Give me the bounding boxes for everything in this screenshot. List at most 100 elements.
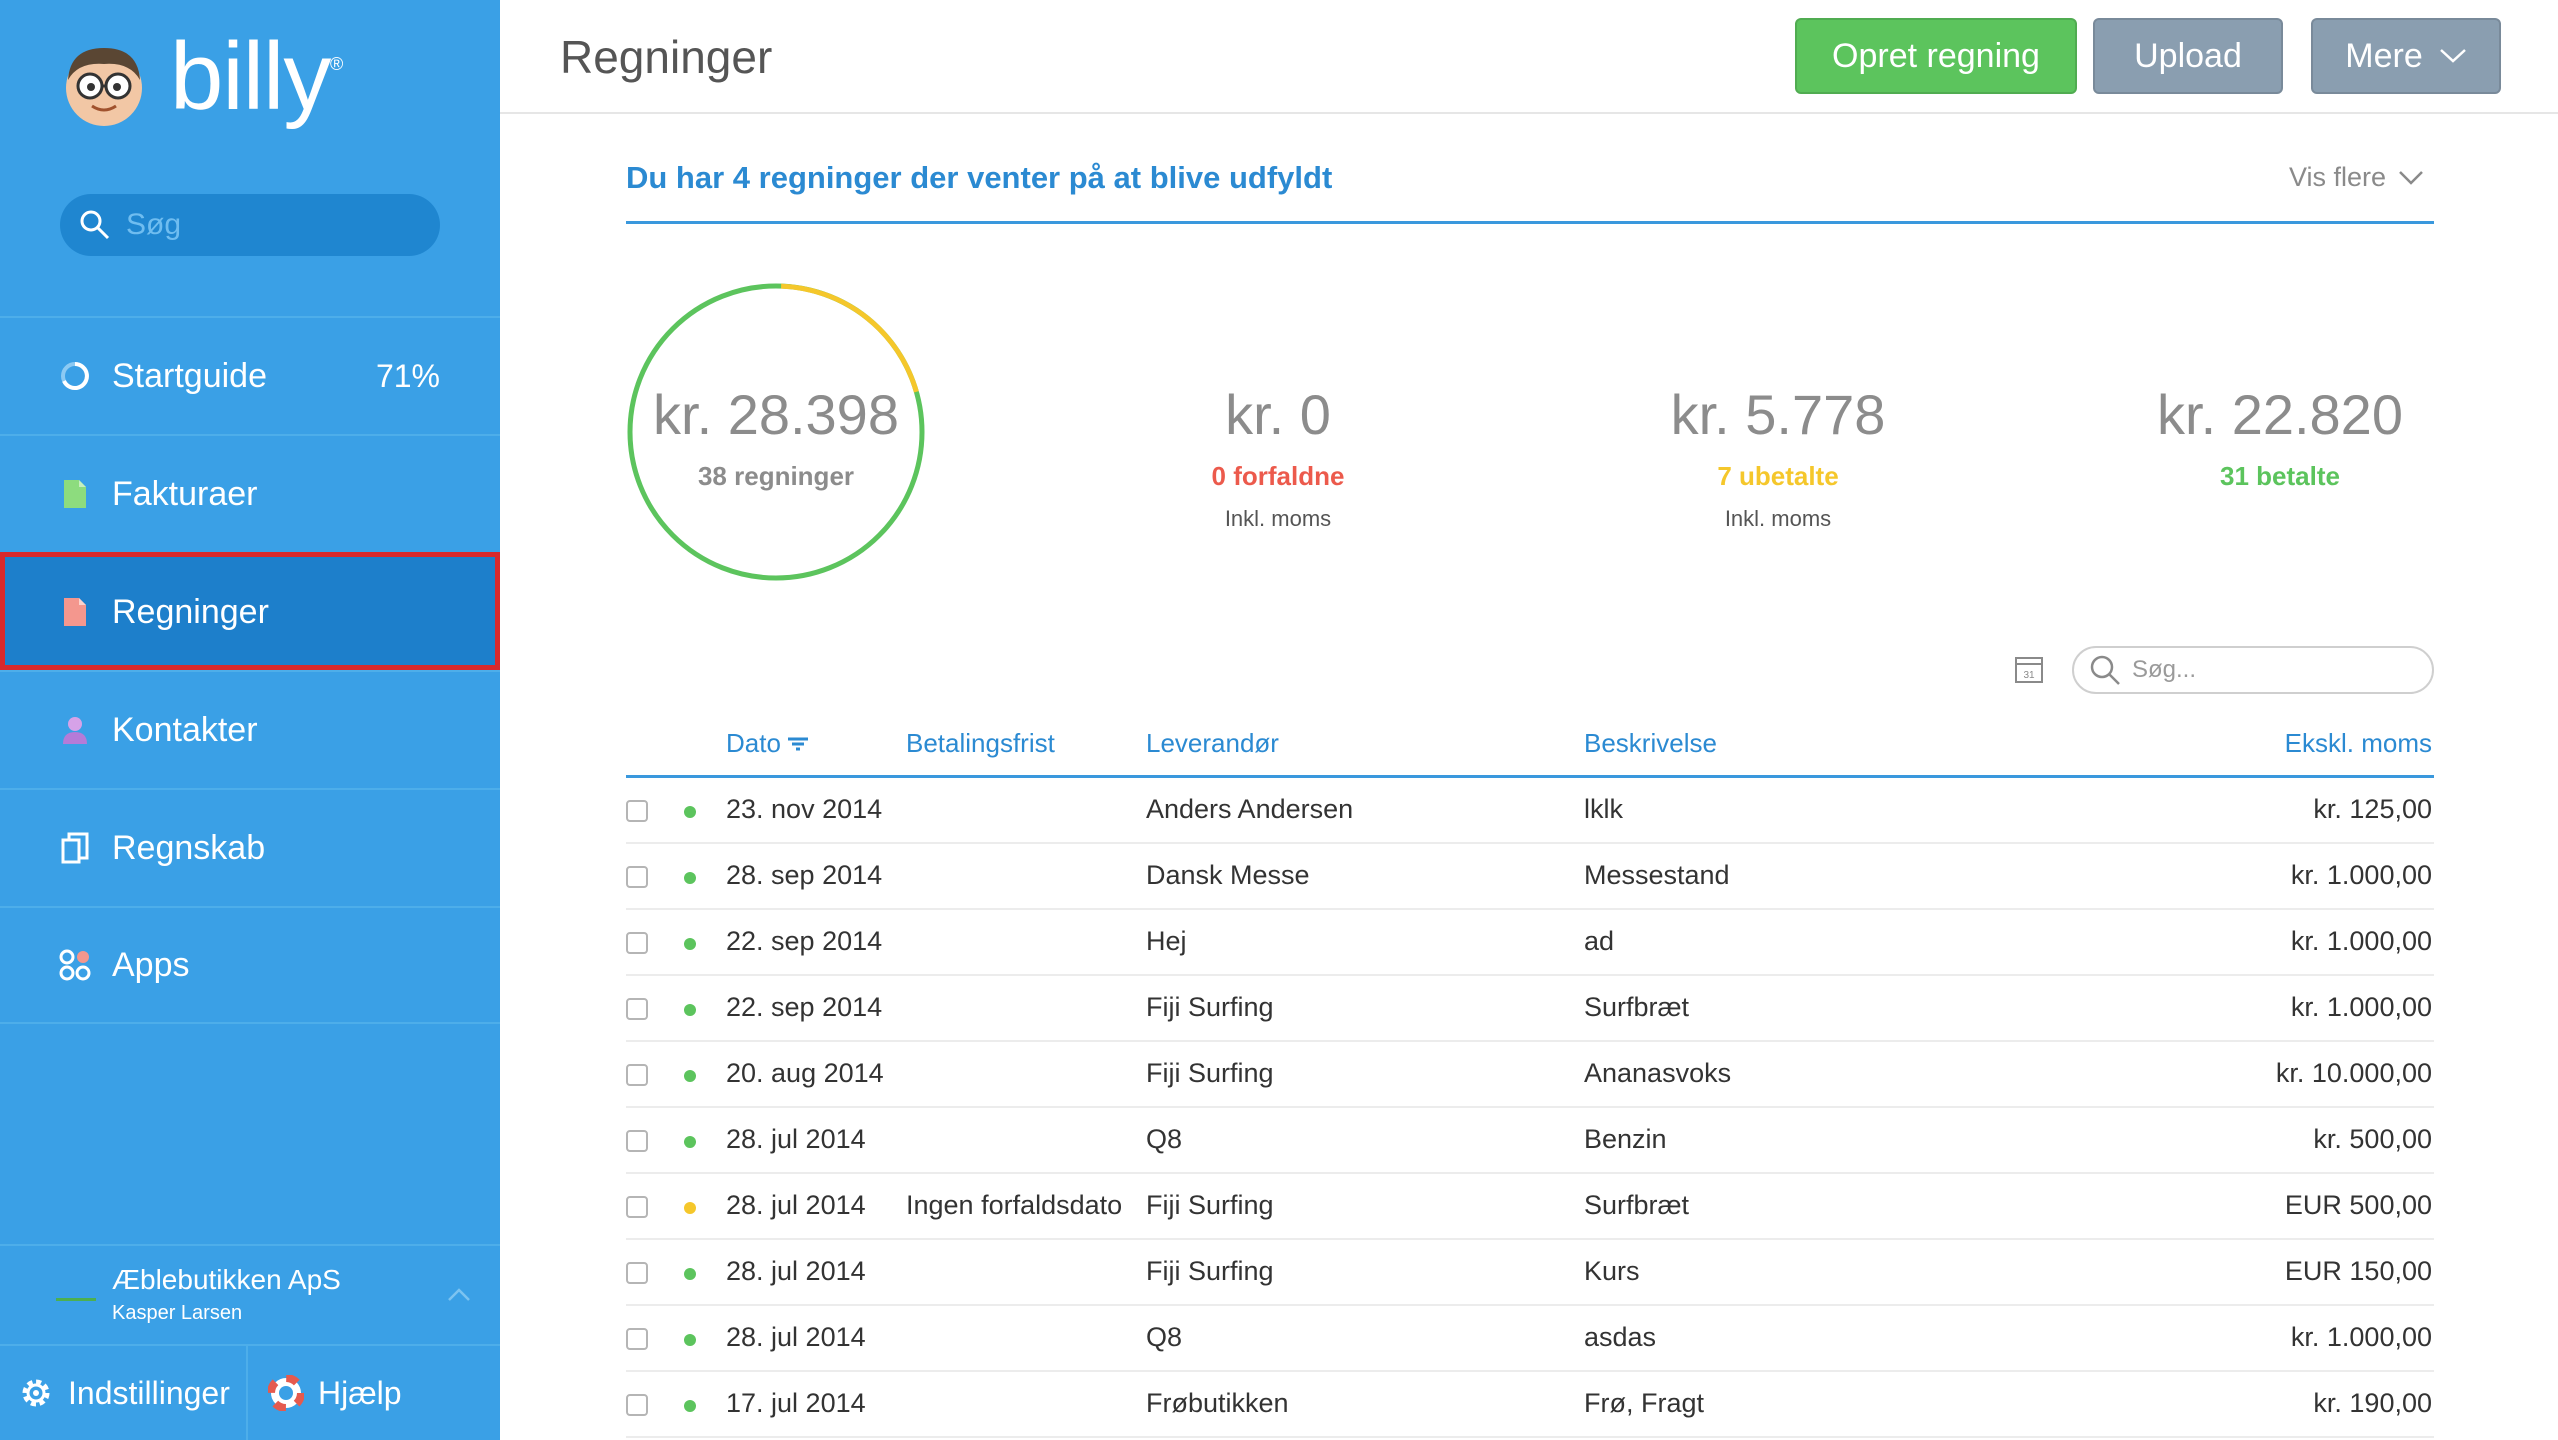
- sidebar-item-regninger[interactable]: Regninger: [0, 552, 500, 670]
- cell-dato: 22. sep 2014: [726, 992, 883, 1022]
- table-row[interactable]: 28. jul 2014 Ingen forfaldsdato Fiji Surfi…: [626, 1174, 2434, 1240]
- row-checkbox[interactable]: [626, 1328, 648, 1350]
- table-search[interactable]: [2072, 646, 2434, 694]
- total-amount: kr. 28.398: [653, 383, 899, 446]
- table-row[interactable]: 28. jul 2014 Q8 Benzin kr. 500,00: [626, 1108, 2434, 1174]
- table-row[interactable]: 28. sep 2014 Dansk Messe Messestand kr. 1.0…: [626, 844, 2434, 910]
- row-checkbox[interactable]: [626, 998, 648, 1020]
- sidebar-item-apps[interactable]: Apps: [0, 906, 500, 1024]
- paid-label: 31 betalte: [2220, 461, 2340, 491]
- sidebar-search[interactable]: [60, 194, 440, 256]
- row-checkbox[interactable]: [626, 1262, 648, 1284]
- settings-label: Indstillinger: [68, 1374, 230, 1411]
- cell-leverandor: Anders Andersen: [1146, 794, 1354, 824]
- cell-ekskl-moms: EUR 150,00: [2284, 1256, 2432, 1286]
- bill-icon: [58, 595, 92, 629]
- cell-ekskl-moms: kr. 190,00: [2313, 1388, 2432, 1418]
- sidebar-item-startguide[interactable]: Startguide 71%: [0, 316, 500, 434]
- logo-text: billy: [170, 23, 331, 130]
- cell-ekskl-moms: kr. 1.000,00: [2290, 1322, 2432, 1352]
- cell-ekskl-moms: kr. 1.000,00: [2290, 926, 2432, 956]
- calendar-day: 31: [2023, 670, 2035, 681]
- sort-desc-icon: [787, 737, 808, 750]
- column-betalingsfrist[interactable]: Betalingsfrist: [906, 728, 1055, 759]
- help-button[interactable]: Hjælp: [248, 1346, 402, 1440]
- company-status-line: [56, 1298, 96, 1301]
- cell-leverandor: Q8: [1146, 1124, 1183, 1154]
- cell-dato: 28. jul 2014: [726, 1124, 866, 1154]
- table-row[interactable]: 22. sep 2014 Fiji Surfing Surfbræt kr. 1.00…: [626, 976, 2434, 1042]
- summary-unpaid[interactable]: kr. 5.778 7 ubetalte Inkl. moms: [1628, 382, 1928, 532]
- status-dot: [684, 1070, 696, 1082]
- company-user: Kasper Larsen: [112, 1302, 243, 1324]
- sidebar-item-kontakter[interactable]: Kontakter: [0, 670, 500, 788]
- logo-registered-mark: ®: [330, 54, 344, 74]
- show-more-label: Vis flere: [2288, 162, 2386, 192]
- search-icon: [80, 210, 110, 240]
- row-checkbox[interactable]: [626, 1196, 648, 1218]
- row-checkbox[interactable]: [626, 1064, 648, 1086]
- chevron-down-icon: [2439, 49, 2466, 63]
- summary-paid[interactable]: kr. 22.820 31 betalte: [2130, 382, 2430, 492]
- pending-bills-banner: Du har 4 regninger der venter på at bliv…: [626, 148, 2434, 224]
- cell-dato: 28. jul 2014: [726, 1190, 866, 1220]
- company-switcher[interactable]: Æblebutikken ApS Kasper Larsen: [0, 1244, 500, 1344]
- sidebar-footer: Indstillinger Hjælp: [0, 1344, 500, 1440]
- unpaid-vat-note: Inkl. moms: [1724, 506, 1832, 531]
- table-row[interactable]: 17. jul 2014 Frøbutikken Frø, Fragt kr. 190…: [626, 1372, 2434, 1438]
- sidebar: billy ® Startguide 71% Fakturaer Re: [0, 0, 500, 1440]
- row-checkbox[interactable]: [626, 1394, 648, 1416]
- table-row[interactable]: 20. aug 2014 Fiji Surfing Ananasvoks kr. 10…: [626, 1042, 2434, 1108]
- cell-dato: 17. jul 2014: [726, 1388, 866, 1418]
- sidebar-item-label: Kontakter: [112, 710, 258, 749]
- unpaid-amount: kr. 5.778: [1670, 383, 1886, 446]
- cell-leverandor: Fiji Surfing: [1146, 992, 1274, 1022]
- cell-beskrivelse: Ananasvoks: [1584, 1058, 1732, 1088]
- cell-ekskl-moms: kr. 500,00: [2313, 1124, 2432, 1154]
- more-label: Mere: [2345, 36, 2423, 75]
- search-icon: [2090, 655, 2120, 685]
- ledger-icon: [58, 831, 92, 865]
- column-leverandor[interactable]: Leverandør: [1146, 728, 1279, 759]
- show-more-toggle[interactable]: Vis flere: [2289, 162, 2424, 193]
- row-checkbox[interactable]: [626, 932, 648, 954]
- status-dot: [684, 872, 696, 884]
- sidebar-item-regnskab[interactable]: Regnskab: [0, 788, 500, 906]
- settings-button[interactable]: Indstillinger: [0, 1346, 248, 1440]
- billy-logo[interactable]: billy ®: [60, 29, 343, 128]
- calendar-icon[interactable]: 31: [2014, 654, 2044, 684]
- overdue-vat-note: Inkl. moms: [1224, 506, 1332, 531]
- column-beskrivelse[interactable]: Beskrivelse: [1584, 728, 1717, 759]
- table-row[interactable]: 28. jul 2014 Fiji Surfing Kurs EUR 150,00: [626, 1240, 2434, 1306]
- row-checkbox[interactable]: [626, 800, 648, 822]
- column-ekskl-moms[interactable]: Ekskl. moms: [2285, 728, 2432, 759]
- table-row[interactable]: 28. jul 2014 Q8 asdas kr. 1.000,00: [626, 1306, 2434, 1372]
- sidebar-search-input[interactable]: [126, 208, 426, 242]
- top-bar: Regninger Opret regning Upload Mere: [500, 0, 2558, 114]
- sidebar-item-label: Fakturaer: [112, 474, 258, 513]
- table-row[interactable]: 23. nov 2014 Anders Andersen lklk kr. 125,0…: [626, 778, 2434, 844]
- row-checkbox[interactable]: [626, 1130, 648, 1152]
- apps-icon: [58, 948, 92, 982]
- cell-beskrivelse: Kurs: [1584, 1256, 1640, 1286]
- upload-button[interactable]: Upload: [2093, 18, 2283, 94]
- contact-icon: [58, 713, 92, 747]
- table-row[interactable]: 22. sep 2014 Hej ad kr. 1.000,00: [626, 910, 2434, 976]
- more-button[interactable]: Mere: [2311, 18, 2501, 94]
- create-bill-button[interactable]: Opret regning: [1795, 18, 2077, 94]
- column-dato[interactable]: Dato: [726, 728, 809, 759]
- cell-beskrivelse: asdas: [1584, 1322, 1657, 1352]
- pending-bills-text[interactable]: Du har 4 regninger der venter på at bliv…: [626, 160, 1332, 196]
- cell-leverandor: Fiji Surfing: [1146, 1058, 1274, 1088]
- row-checkbox[interactable]: [626, 866, 648, 888]
- sidebar-item-fakturaer[interactable]: Fakturaer: [0, 434, 500, 552]
- cell-leverandor: Fiji Surfing: [1146, 1190, 1274, 1220]
- cell-dato: 28. jul 2014: [726, 1322, 866, 1352]
- status-dot: [684, 1004, 696, 1016]
- startguide-progress: 71%: [375, 357, 440, 394]
- summary-overdue[interactable]: kr. 0 0 forfaldne Inkl. moms: [1128, 382, 1428, 532]
- sidebar-item-label: Regninger: [112, 592, 269, 631]
- cell-beskrivelse: Frø, Fragt: [1584, 1388, 1704, 1418]
- summary-total: kr. 28.398 38 regninger: [626, 382, 926, 492]
- table-search-input[interactable]: [2132, 656, 2422, 684]
